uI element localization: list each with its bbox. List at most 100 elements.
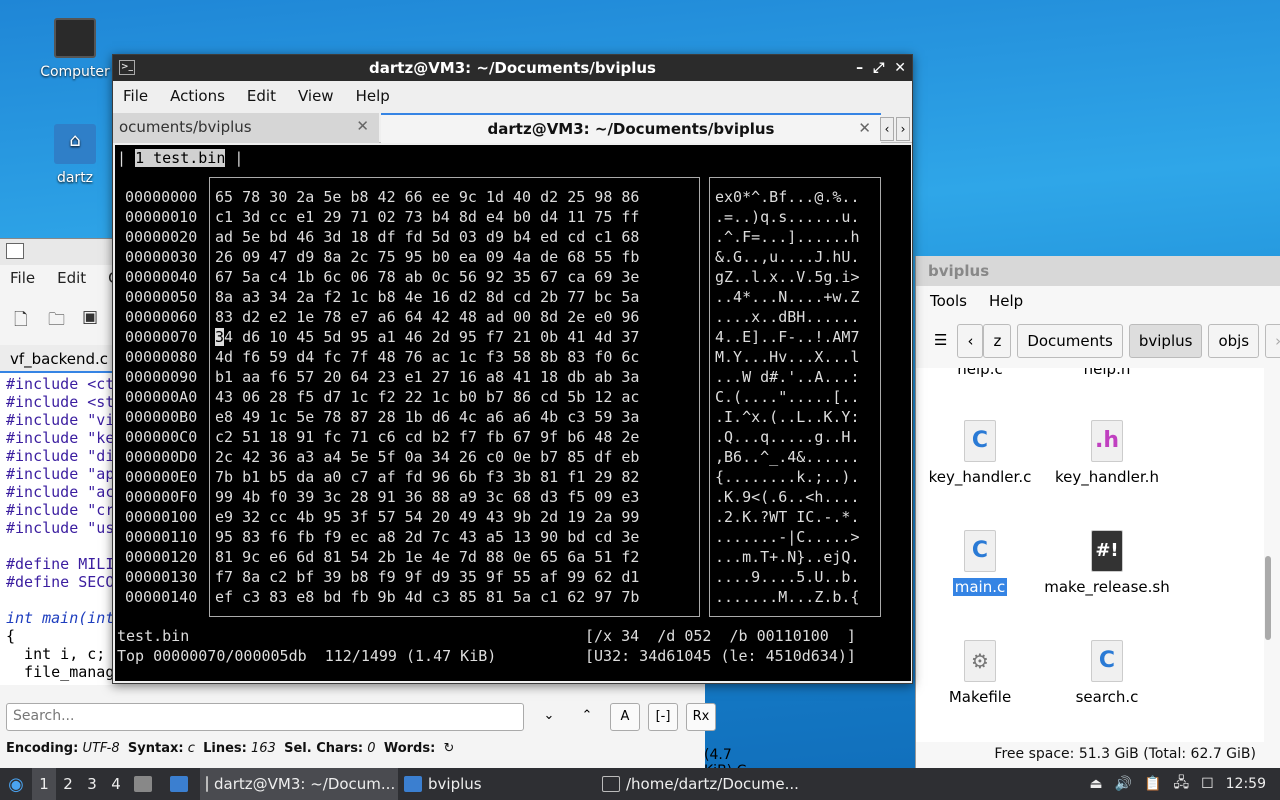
hex-row: e8 49 1c 5e 78 87 28 1b d6 4c a6 a6 4b c…	[215, 408, 640, 426]
whole-word-button[interactable]: [-]	[648, 703, 678, 731]
file-label: help.c	[957, 368, 1003, 378]
maximize-icon[interactable]: ⤢	[873, 55, 884, 81]
hex-address: 00000080	[125, 348, 198, 366]
ascii-row: .I.^x.(..L..K.Y:	[715, 408, 860, 426]
path-segment-bviplus[interactable]: bviplus	[1128, 324, 1203, 358]
c-source-icon: C	[964, 420, 996, 462]
code-line: #include "vi	[6, 411, 115, 429]
hex-address: 000000B0	[125, 408, 198, 426]
hex-address: 00000100	[125, 508, 198, 526]
upload-icon[interactable]: ⏏	[1089, 776, 1102, 792]
path-segment-objs[interactable]: objs	[1208, 324, 1260, 358]
code-line: #include "ke	[6, 429, 115, 447]
terminal-tabbar: ocuments/bviplus ✕ dartz@VM3: ~/Document…	[113, 113, 912, 143]
terminal-titlebar[interactable]: >_ dartz@VM3: ~/Documents/bviplus – ⤢ ✕	[113, 55, 912, 81]
hex-column[interactable]: 65 78 30 2a 5e b8 42 66 ee 9c 1d 40 d2 2…	[215, 187, 639, 607]
editor-menu-file[interactable]: File	[10, 269, 35, 287]
file-label: main.c	[952, 578, 1008, 596]
terminal-screen[interactable]: | 1 test.bin | 00000000 00000010 00000020 0…	[115, 145, 911, 681]
file-manager-launcher[interactable]	[164, 768, 200, 800]
search-next-icon[interactable]: ⌄	[534, 703, 564, 731]
editor-code-area[interactable]: #include <ct #include <st #include "vi #…	[0, 373, 115, 685]
file-manager-window: bviplus Tools Help ☰ ‹ z Documents bvipl…	[915, 256, 1280, 768]
workspace-2[interactable]: 2	[56, 775, 80, 793]
hex-row: 43 06 28 f5 d7 1c f2 22 1c b0 b7 86 cd 5…	[215, 388, 640, 406]
file-item-key-handler-c[interactable]: C key_handler.c	[916, 420, 1044, 486]
close-icon[interactable]: ✕	[894, 55, 906, 81]
file-label: search.c	[1075, 688, 1139, 706]
path-segment[interactable]: z	[983, 324, 1012, 358]
desktop-icon-home[interactable]: dartz	[35, 124, 115, 186]
code-line: #include <st	[6, 393, 115, 411]
file-item-make-release-sh[interactable]: #! make_release.sh	[1043, 530, 1171, 596]
taskbar: ◉ 1 2 3 4 dartz@VM3: ~/Docum... bviplus …	[0, 768, 1280, 800]
file-item[interactable]: help.h	[1043, 368, 1171, 378]
file-item-key-handler-h[interactable]: .h key_handler.h	[1043, 420, 1171, 486]
open-folder-icon[interactable]: 🗀	[48, 307, 68, 330]
workspace-1[interactable]: 1	[32, 768, 56, 800]
menu-view[interactable]: View	[298, 87, 334, 107]
hex-address: 000000D0	[125, 448, 198, 466]
workspace-3[interactable]: 3	[80, 775, 104, 793]
file-item-makefile[interactable]: ⚙ Makefile	[916, 640, 1044, 706]
new-file-icon[interactable]: 🗋	[14, 307, 34, 330]
menu-file[interactable]: File	[123, 87, 148, 107]
fm-menu-tools[interactable]: Tools	[930, 292, 967, 310]
hex-row: 2c 42 36 a3 a4 5e 5f 0a 34 26 c0 0e b7 8…	[215, 448, 640, 466]
fm-menu-help[interactable]: Help	[989, 292, 1023, 310]
list-view-icon[interactable]: ☰	[930, 324, 951, 358]
menu-edit[interactable]: Edit	[247, 87, 276, 107]
tab-scroll-right-icon[interactable]: ›	[896, 117, 910, 141]
start-menu-button[interactable]: ◉	[0, 768, 32, 800]
tab-label: ocuments/bviplus	[119, 118, 252, 136]
terminal-icon: >_	[119, 60, 135, 75]
regex-button[interactable]: Rx	[686, 703, 716, 731]
network-icon[interactable]: 🖧	[1173, 772, 1189, 796]
terminal-tab-active[interactable]: dartz@VM3: ~/Documents/bviplus ✕	[381, 113, 881, 143]
editor-menu-edit[interactable]: Edit	[57, 269, 86, 287]
hex-address: 00000040	[125, 268, 198, 286]
ascii-row: ...m.T+.N}..ejQ.	[715, 548, 860, 566]
save-icon[interactable]: ▣	[82, 307, 102, 327]
file-item-main-c[interactable]: C main.c	[916, 530, 1044, 596]
desktop-icon-computer[interactable]: Computer	[35, 18, 115, 80]
text-editor-icon	[6, 243, 24, 259]
file-grid-scrollbar[interactable]	[1265, 556, 1271, 640]
hex-address: 00000090	[125, 368, 198, 386]
editor-tab[interactable]: vf_backend.c	[0, 345, 115, 373]
taskbar-window-editor[interactable]: /home/dartz/Docume...	[596, 768, 806, 800]
refresh-icon[interactable]: ↻	[444, 741, 455, 756]
menu-actions[interactable]: Actions	[170, 87, 225, 107]
taskbar-window-terminal[interactable]: dartz@VM3: ~/Docum...	[200, 768, 398, 800]
volume-icon[interactable]: 🔊	[1115, 776, 1132, 792]
workspace-4[interactable]: 4	[104, 775, 128, 793]
close-tab-icon[interactable]: ✕	[858, 119, 871, 137]
path-back-icon[interactable]: ‹	[957, 324, 984, 358]
minimize-icon[interactable]: –	[856, 55, 863, 81]
search-prev-icon[interactable]: ⌃	[572, 703, 602, 731]
menu-help[interactable]: Help	[356, 87, 390, 107]
ascii-row: 4..E]..F-..!.AM7	[715, 328, 860, 346]
editor-search-input[interactable]: Search...	[6, 703, 524, 731]
file-item-search-c[interactable]: C search.c	[1043, 640, 1171, 706]
bvi-buffer-tab: 1 test.bin	[135, 149, 226, 167]
hex-row: 95 83 f6 fb f9 ec a8 2d 7c 43 a5 13 90 b…	[215, 528, 640, 546]
update-icon[interactable]: ☐	[1201, 776, 1214, 792]
file-item[interactable]: help.c	[916, 368, 1044, 378]
ascii-row: {........k.;..).	[715, 468, 860, 486]
tab-scroll-left-icon[interactable]: ‹	[880, 117, 894, 141]
terminal-tab-inactive[interactable]: ocuments/bviplus ✕	[113, 113, 379, 143]
match-case-button[interactable]: A	[610, 703, 640, 731]
close-tab-icon[interactable]: ✕	[356, 117, 369, 135]
hex-row: 26 09 47 d9 8a 2c 75 95 b0 ea 09 4a de 6…	[215, 248, 640, 266]
ascii-row: M.Y...Hv...X...l	[715, 348, 860, 366]
clipboard-icon[interactable]: 📋	[1144, 776, 1161, 792]
taskbar-window-file-manager[interactable]: bviplus	[398, 768, 596, 800]
hex-address: 00000020	[125, 228, 198, 246]
clock[interactable]: 12:59	[1226, 776, 1266, 792]
show-desktop-button[interactable]	[128, 768, 164, 800]
path-segment-documents[interactable]: Documents	[1017, 324, 1123, 358]
file-manager-titlebar[interactable]: bviplus	[916, 256, 1280, 286]
path-forward-icon[interactable]: ›	[1265, 324, 1280, 358]
ascii-column[interactable]: ex0*^.Bf...@.%.. .=..)q.s......u. .^.F=...…	[715, 187, 860, 607]
